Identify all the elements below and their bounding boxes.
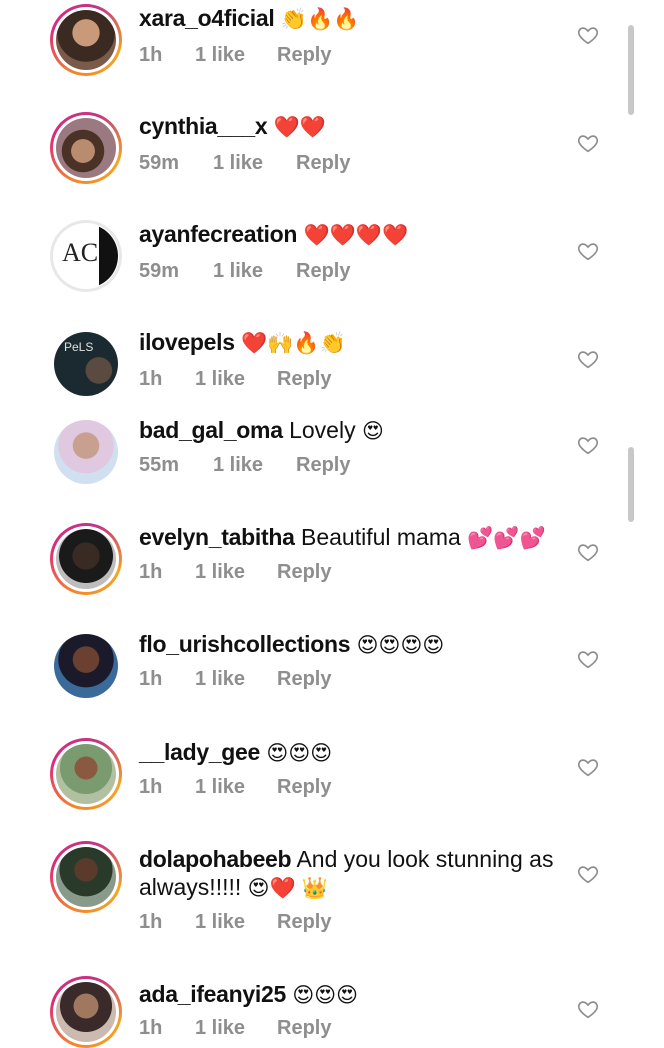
avatar: [56, 847, 116, 907]
comment-emoji: 😍😍😍: [292, 984, 359, 1007]
avatar: AC: [54, 224, 118, 288]
comment-time: 1h: [139, 368, 163, 390]
avatar-logo-text: AC: [62, 238, 99, 267]
reply-button[interactable]: Reply: [277, 668, 331, 691]
reply-button[interactable]: Reply: [277, 368, 331, 391]
avatar-ring[interactable]: [50, 630, 122, 702]
avatar-ring[interactable]: [50, 416, 122, 488]
comment-username[interactable]: cynthia___x: [139, 113, 268, 139]
avatar-ring[interactable]: [50, 738, 122, 810]
avatar-logo-text: PeLS: [64, 340, 94, 354]
comment-username[interactable]: bad_gal_oma: [139, 417, 283, 443]
avatar: PeLS: [54, 332, 118, 396]
heart-icon[interactable]: [577, 132, 599, 154]
comment-likes[interactable]: 1 like: [195, 776, 245, 799]
comment-username[interactable]: __lady_gee: [139, 739, 260, 765]
comment-time: 1h: [139, 911, 163, 933]
reply-button[interactable]: Reply: [277, 44, 331, 67]
avatar: [54, 634, 118, 698]
comment-emoji: 😍: [361, 420, 384, 443]
heart-icon[interactable]: [577, 240, 599, 262]
comment-username[interactable]: dolapohabeeb: [139, 846, 292, 872]
comment-username[interactable]: ayanfecreation: [139, 221, 297, 247]
comment-emoji: ❤️❤️❤️❤️: [303, 224, 409, 247]
heart-icon[interactable]: [577, 348, 599, 370]
scrollbar-mid[interactable]: [628, 447, 634, 522]
heart-icon[interactable]: [577, 863, 599, 885]
comment-text: And you look stunning as: [296, 846, 554, 872]
comment-line: xara_o4ficial 👏🔥🔥: [139, 3, 569, 35]
comment-likes[interactable]: 1 like: [213, 260, 263, 283]
comment-emoji: 😍😍😍: [266, 742, 333, 765]
heart-icon[interactable]: [577, 434, 599, 456]
comment-likes[interactable]: 1 like: [213, 454, 263, 477]
heart-icon[interactable]: [577, 648, 599, 670]
comment-time: 1h: [139, 668, 163, 690]
comment-likes[interactable]: 1 like: [195, 911, 245, 934]
comment-username[interactable]: ilovepels: [139, 329, 235, 355]
reply-button[interactable]: Reply: [296, 152, 350, 175]
comment-likes[interactable]: 1 like: [195, 1017, 245, 1040]
reply-button[interactable]: Reply: [296, 260, 350, 283]
avatar: [54, 420, 118, 484]
scrollbar-top[interactable]: [628, 25, 634, 115]
comment-text: Beautiful mama: [300, 524, 461, 550]
comment-username[interactable]: ada_ifeanyi25: [139, 981, 286, 1007]
avatar: [56, 982, 116, 1042]
comment-username[interactable]: xara_o4ficial: [139, 5, 275, 31]
comment-time: 1h: [139, 44, 163, 66]
comment-time: 1h: [139, 561, 163, 583]
comment-time: 55m: [139, 454, 180, 476]
comment-emoji: ❤️❤️: [273, 116, 327, 139]
comment-time: 1h: [139, 1017, 163, 1039]
avatar-ring[interactable]: [50, 841, 122, 913]
comment-likes[interactable]: 1 like: [213, 152, 263, 175]
avatar: [56, 529, 116, 589]
heart-icon[interactable]: [577, 998, 599, 1020]
avatar-ring[interactable]: AC: [50, 220, 122, 292]
comment-emoji: 👏🔥🔥: [280, 8, 360, 31]
comment-text-continued: always!!!!!: [139, 874, 242, 900]
heart-icon[interactable]: [577, 24, 599, 46]
comment-text: Lovely: [289, 417, 356, 443]
comment-time: 1h: [139, 776, 163, 798]
comment-likes[interactable]: 1 like: [195, 368, 245, 391]
avatar: [56, 10, 116, 70]
comment-emoji: 💕💕💕: [467, 527, 546, 550]
reply-button[interactable]: Reply: [277, 561, 331, 584]
comment-likes[interactable]: 1 like: [195, 44, 245, 67]
avatar-ring[interactable]: [50, 112, 122, 184]
comment-emoji: 😍😍😍😍: [356, 634, 445, 657]
comment-username[interactable]: evelyn_tabitha: [139, 524, 295, 550]
avatar-ring[interactable]: [50, 4, 122, 76]
comment-time: 59m: [139, 260, 180, 282]
heart-icon[interactable]: [577, 541, 599, 563]
avatar-ring[interactable]: [50, 976, 122, 1048]
heart-icon[interactable]: [577, 756, 599, 778]
reply-button[interactable]: Reply: [277, 911, 331, 934]
avatar-ring[interactable]: PeLS: [50, 328, 122, 400]
avatar-ring[interactable]: [50, 523, 122, 595]
comment-time: 59m: [139, 152, 180, 174]
reply-button[interactable]: Reply: [296, 454, 350, 477]
comment-emoji: 😍❤️ 👑: [247, 877, 328, 900]
comment-emoji: ❤️🙌🔥👏: [241, 332, 346, 355]
reply-button[interactable]: Reply: [277, 776, 331, 799]
comment-likes[interactable]: 1 like: [195, 668, 245, 691]
avatar: [56, 744, 116, 804]
reply-button[interactable]: Reply: [277, 1017, 331, 1040]
comment-likes[interactable]: 1 like: [195, 561, 245, 584]
comment-username[interactable]: flo_urishcollections: [139, 631, 351, 657]
avatar: [56, 118, 116, 178]
